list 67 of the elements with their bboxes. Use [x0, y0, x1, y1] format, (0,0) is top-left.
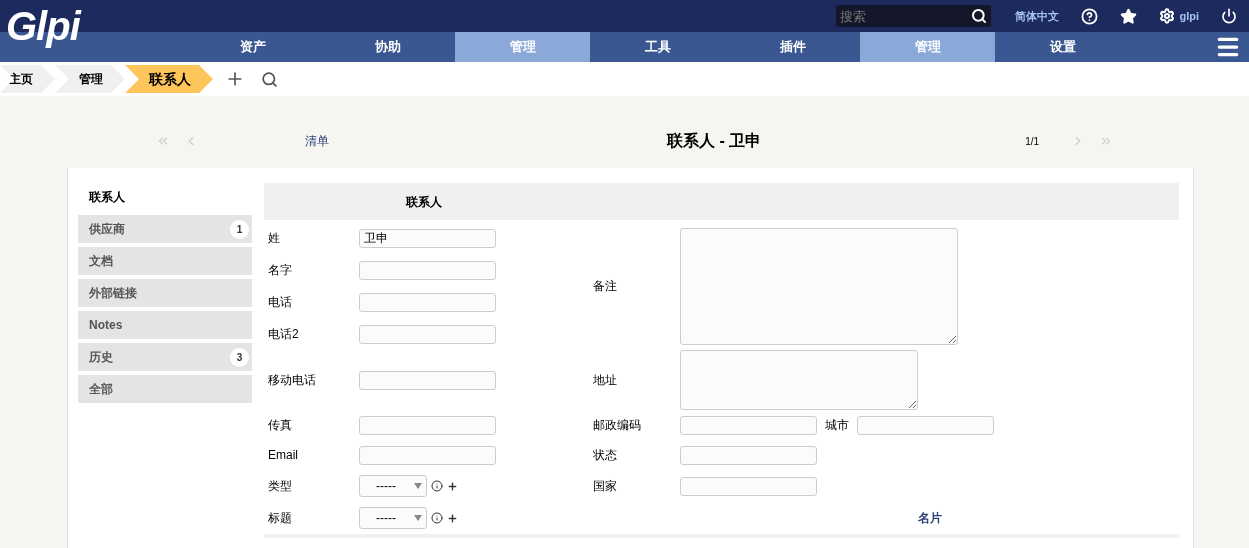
logo[interactable]: Glpi	[6, 6, 80, 46]
field-label: 邮政编码	[593, 417, 642, 434]
text-area[interactable]	[680, 227, 958, 345]
field-label: 移动电话	[268, 372, 317, 389]
text-field[interactable]	[359, 260, 496, 280]
star-icon[interactable]	[1120, 7, 1138, 25]
help-icon[interactable]	[1081, 7, 1099, 25]
text-field[interactable]	[359, 415, 496, 435]
field-label: 地址	[593, 372, 618, 389]
text-field[interactable]	[680, 415, 817, 435]
field-label: 城市	[825, 417, 849, 434]
menu-item[interactable]: 插件	[725, 32, 860, 62]
text-field[interactable]	[359, 370, 496, 390]
sidebar-tab[interactable]: 全部	[78, 375, 252, 403]
field-label: 传真	[268, 417, 293, 434]
breadcrumb-link[interactable]: 管理	[55, 65, 125, 93]
field-label: 电话2	[268, 326, 300, 343]
add-icon[interactable]	[447, 512, 458, 524]
record-counter: 1/1	[1025, 134, 1040, 149]
user-link[interactable]: glpi	[1179, 7, 1199, 25]
form-header: 联系人	[264, 183, 1179, 220]
text-area[interactable]	[680, 350, 918, 410]
language-link[interactable]: 简体中文	[1015, 7, 1060, 25]
menu-item[interactable]: 工具	[590, 32, 725, 62]
info-icon[interactable]	[431, 512, 443, 524]
field-label: 类型	[268, 478, 293, 495]
page-title: 联系人 - 卫申	[667, 131, 762, 151]
caret-icon	[414, 515, 422, 521]
menu-item[interactable]: 资产	[185, 32, 320, 62]
search-icon[interactable]	[261, 70, 278, 88]
sidebar-tab[interactable]: 文档	[78, 247, 252, 275]
field-label: 名字	[268, 262, 293, 279]
field-label: 姓	[268, 230, 281, 247]
menu-item[interactable]: 协助	[320, 32, 455, 62]
sidebar-tab[interactable]: Notes	[78, 311, 252, 339]
count-badge: 3	[230, 347, 249, 367]
text-field[interactable]: 卫申	[359, 228, 496, 248]
field-label: 标题	[268, 510, 293, 527]
search-icon[interactable]	[971, 8, 988, 24]
count-badge: 1	[230, 219, 249, 239]
search-field[interactable]: 搜索	[836, 5, 992, 27]
logout-icon[interactable]	[1221, 8, 1237, 24]
sidebar-tab[interactable]: 历史 3	[78, 343, 252, 371]
field-label: 状态	[593, 447, 618, 464]
text-field[interactable]	[680, 445, 817, 465]
breadcrumb-link[interactable]: 联系人	[125, 65, 213, 93]
caret-icon	[414, 483, 422, 489]
field-label: Email	[268, 447, 299, 464]
text-field[interactable]	[857, 415, 994, 435]
text-field[interactable]	[359, 445, 496, 465]
gear-icon[interactable]	[1159, 8, 1176, 24]
text-field[interactable]	[359, 324, 496, 344]
text-field[interactable]	[680, 476, 817, 496]
field-label: 电话	[268, 294, 293, 311]
sidebar-tab[interactable]: 外部链接	[78, 279, 252, 307]
vcard-link[interactable]: 名片	[918, 509, 1179, 527]
menu-item[interactable]: 设置	[995, 32, 1130, 62]
field-label: 国家	[593, 478, 618, 495]
text-field[interactable]	[359, 292, 496, 312]
sidebar-tab[interactable]: 供应商 1	[78, 215, 252, 243]
dropdown[interactable]: -----	[359, 475, 427, 497]
first-page-icon[interactable]	[156, 134, 170, 148]
field-label: 备注	[593, 278, 618, 295]
list-link[interactable]: 清单	[305, 132, 329, 150]
add-icon[interactable]	[447, 480, 458, 492]
dropdown[interactable]: -----	[359, 507, 427, 529]
info-icon[interactable]	[431, 480, 443, 492]
